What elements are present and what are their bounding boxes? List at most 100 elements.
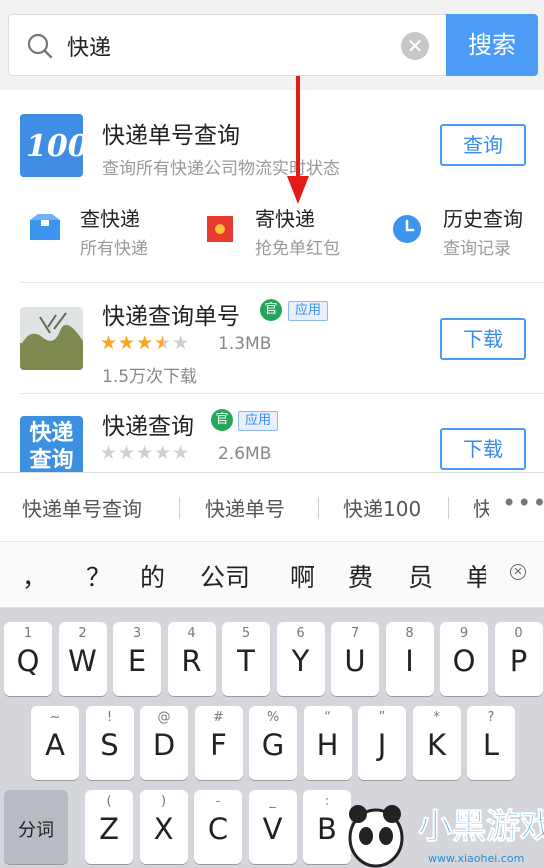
result-title[interactable]: 快递单号查询 — [102, 116, 240, 150]
key-secondary-label: @ — [157, 710, 171, 725]
divider — [179, 497, 180, 519]
key-label: 分词 — [18, 820, 54, 841]
key-i[interactable]: 8I — [385, 622, 434, 696]
quick-link-sub: 查询记录 — [443, 239, 511, 259]
key-c[interactable]: -C — [194, 790, 242, 864]
candidate-item[interactable]: ， — [22, 558, 47, 594]
key-secondary-label: 6 — [296, 626, 305, 641]
key-label: J — [377, 728, 387, 762]
key-f[interactable]: # F — [194, 706, 243, 780]
key-secondary-label: 9 — [459, 626, 469, 641]
candidate-item[interactable]: 单 — [466, 558, 486, 594]
candidate-item[interactable]: 公司 — [200, 558, 250, 594]
divider — [318, 497, 319, 519]
app-badge: 应用 — [238, 411, 279, 431]
key-g[interactable]: % G — [249, 706, 297, 780]
app-title[interactable]: 快递查询 — [102, 407, 194, 441]
search-button[interactable]: 搜索 — [446, 14, 538, 76]
key-label: A — [45, 728, 65, 762]
key-label: V — [262, 812, 283, 846]
key-z[interactable]: (Z — [85, 790, 133, 864]
key-label: D — [152, 728, 176, 762]
app-thumbnail[interactable] — [20, 307, 83, 370]
box-icon — [30, 214, 60, 240]
key-label: R — [181, 644, 202, 678]
key-secondary-label: 5 — [241, 626, 251, 641]
rating-stars: ★★★★★ — [100, 332, 191, 354]
candidate-item[interactable]: 的 — [140, 558, 165, 594]
key-secondary-label: ! — [106, 710, 113, 725]
segment-key[interactable]: 分词 — [4, 790, 68, 864]
key-h[interactable]: “H — [303, 706, 352, 780]
quick-link-title: 寄快递 — [255, 207, 315, 231]
download-button[interactable]: 下载 — [440, 318, 526, 360]
key-label: U — [344, 644, 366, 678]
candidate-item[interactable]: 费 — [348, 558, 373, 594]
key-secondary-label: 2 — [78, 626, 87, 641]
key-label: C — [207, 812, 229, 846]
key-label: K — [426, 728, 447, 762]
key-j[interactable]: ” J — [358, 706, 406, 780]
key-d[interactable]: @ D — [140, 706, 188, 780]
key-label: X — [153, 812, 174, 846]
key-label: G — [261, 728, 285, 762]
key-u[interactable]: 7U — [331, 622, 379, 696]
key-y[interactable]: 6Y — [276, 622, 325, 696]
key-x[interactable]: ) X — [139, 790, 188, 864]
more-icon[interactable]: ••• — [502, 489, 544, 517]
key-t[interactable]: 5T — [222, 622, 270, 696]
key-label: T — [237, 644, 255, 678]
suggestion-item[interactable]: 快递单号查询 — [22, 493, 142, 522]
svg-text:100: 100 — [26, 129, 83, 164]
key-secondary-label: ) — [160, 794, 167, 809]
icon-text: 查询 — [29, 448, 74, 473]
key-s[interactable]: ! S — [85, 706, 134, 780]
key-p[interactable]: 0P — [494, 622, 543, 696]
download-button[interactable]: 下载 — [440, 428, 526, 470]
key-label: P — [509, 644, 528, 678]
close-circle-icon[interactable]: ✕ — [401, 32, 429, 60]
key-w[interactable]: 2W — [58, 622, 107, 696]
key-secondary-label: 7 — [350, 626, 360, 641]
key-label: Y — [291, 644, 310, 678]
suggestion-item[interactable]: 快 — [473, 493, 489, 522]
key-secondary-label: 0 — [514, 626, 523, 641]
key-l[interactable]: ? L — [467, 706, 515, 780]
key-q[interactable]: 1Q — [4, 622, 52, 696]
app-title[interactable]: 快递查询单号 — [102, 297, 240, 331]
key-label: F — [210, 728, 227, 762]
kuaidi100-app-icon[interactable]: 100 — [20, 114, 83, 177]
search-query[interactable]: 快递 — [67, 30, 111, 62]
key-o[interactable]: 9O — [440, 622, 488, 696]
candidate-item[interactable]: 员 — [408, 558, 433, 594]
close-circle-icon[interactable]: ✕ — [510, 564, 526, 580]
key-e[interactable]: 3E — [113, 622, 161, 696]
annotation-arrow — [287, 76, 309, 204]
key-secondary-label: ” — [378, 710, 386, 725]
key-secondary-label: 3 — [132, 626, 142, 641]
candidate-item[interactable]: ？ — [86, 558, 111, 594]
key-secondary-label: “ — [324, 710, 331, 725]
quick-link-title: 历史查询 — [443, 207, 523, 231]
suggestion-item[interactable]: 快递100 — [343, 493, 421, 522]
candidate-item[interactable]: 啊 — [290, 558, 315, 594]
key-v[interactable]: _ V — [248, 790, 297, 864]
search-input[interactable]: 快递 ✕ — [8, 14, 446, 76]
key-secondary-label: 4 — [187, 626, 196, 641]
app-badge: 应用 — [288, 301, 329, 321]
key-secondary-label: 1 — [23, 626, 33, 641]
suggestion-item[interactable]: 快递单号 — [205, 493, 285, 522]
key-k[interactable]: * K — [412, 706, 461, 780]
official-badge: 官 — [260, 299, 282, 321]
app-icon[interactable]: 快递 查询 — [20, 416, 83, 479]
key-r[interactable]: 4R — [167, 622, 216, 696]
key-secondary-label: ? — [487, 710, 495, 725]
key-secondary-label: % — [266, 710, 280, 725]
watermark-logo: 小黑游戏 www.xiaohei.com — [348, 805, 544, 868]
query-button[interactable]: 查询 — [440, 124, 526, 166]
key-secondary-label: # — [213, 710, 224, 725]
key-a[interactable]: ~ A — [31, 706, 79, 780]
key-label: L — [482, 728, 500, 762]
key-label: S — [100, 728, 119, 762]
key-secondary-label: ( — [106, 794, 112, 809]
